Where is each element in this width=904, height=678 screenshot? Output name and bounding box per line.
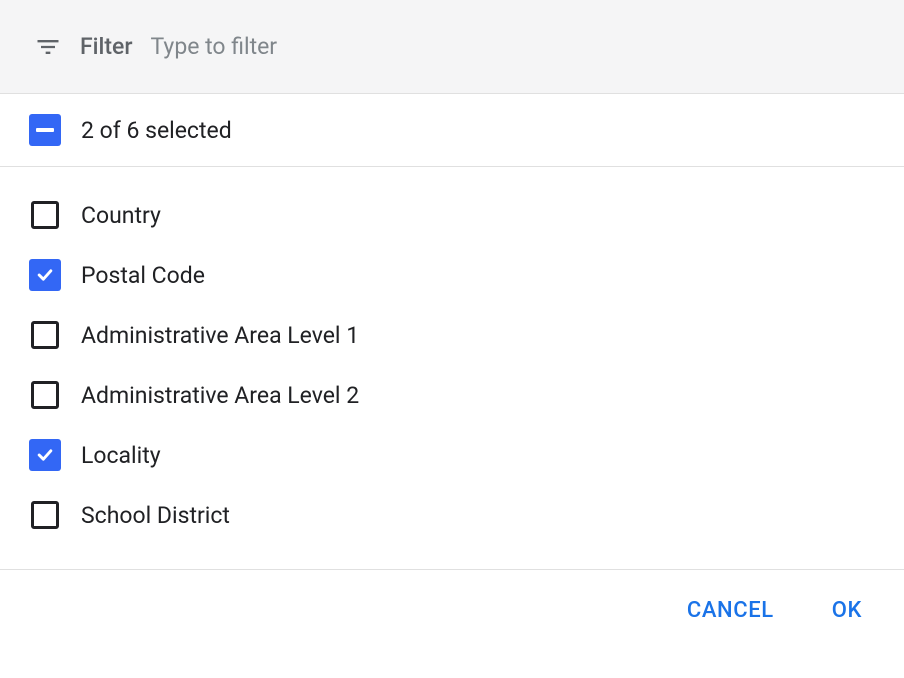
select-all-row[interactable]: 2 of 6 selected	[0, 94, 904, 167]
option-label: Administrative Area Level 1	[81, 322, 359, 349]
option-label: Country	[81, 202, 161, 229]
option-label: Administrative Area Level 2	[81, 382, 359, 409]
option-label: Locality	[81, 442, 161, 469]
select-all-checkbox[interactable]	[29, 114, 61, 146]
checkbox-checked-icon	[29, 259, 61, 291]
checkbox-admin-area-1[interactable]	[29, 319, 61, 351]
checkbox-indeterminate-icon	[29, 114, 61, 146]
filter-input[interactable]	[151, 33, 870, 60]
option-admin-area-2[interactable]: Administrative Area Level 2	[0, 365, 904, 425]
option-country[interactable]: Country	[0, 185, 904, 245]
checkbox-unchecked-icon	[31, 381, 59, 409]
select-all-summary: 2 of 6 selected	[81, 117, 232, 144]
cancel-button[interactable]: CANCEL	[683, 592, 778, 629]
option-admin-area-1[interactable]: Administrative Area Level 1	[0, 305, 904, 365]
option-locality[interactable]: Locality	[0, 425, 904, 485]
checkbox-unchecked-icon	[31, 501, 59, 529]
checkbox-school-district[interactable]	[29, 499, 61, 531]
dialog-actions: CANCEL OK	[0, 570, 904, 651]
filter-bar: Filter	[0, 0, 904, 94]
checkbox-country[interactable]	[29, 199, 61, 231]
option-label: School District	[81, 502, 230, 529]
checkbox-unchecked-icon	[31, 201, 59, 229]
filter-icon	[34, 33, 62, 61]
option-label: Postal Code	[81, 262, 205, 289]
option-school-district[interactable]: School District	[0, 485, 904, 545]
checkbox-postal-code[interactable]	[29, 259, 61, 291]
checkbox-admin-area-2[interactable]	[29, 379, 61, 411]
checkbox-checked-icon	[29, 439, 61, 471]
filter-input-wrapper	[151, 33, 870, 60]
ok-button[interactable]: OK	[828, 592, 866, 629]
checkbox-locality[interactable]	[29, 439, 61, 471]
option-postal-code[interactable]: Postal Code	[0, 245, 904, 305]
checkbox-unchecked-icon	[31, 321, 59, 349]
filter-label: Filter	[80, 33, 133, 60]
options-list: Country Postal Code Administrative Area …	[0, 167, 904, 570]
